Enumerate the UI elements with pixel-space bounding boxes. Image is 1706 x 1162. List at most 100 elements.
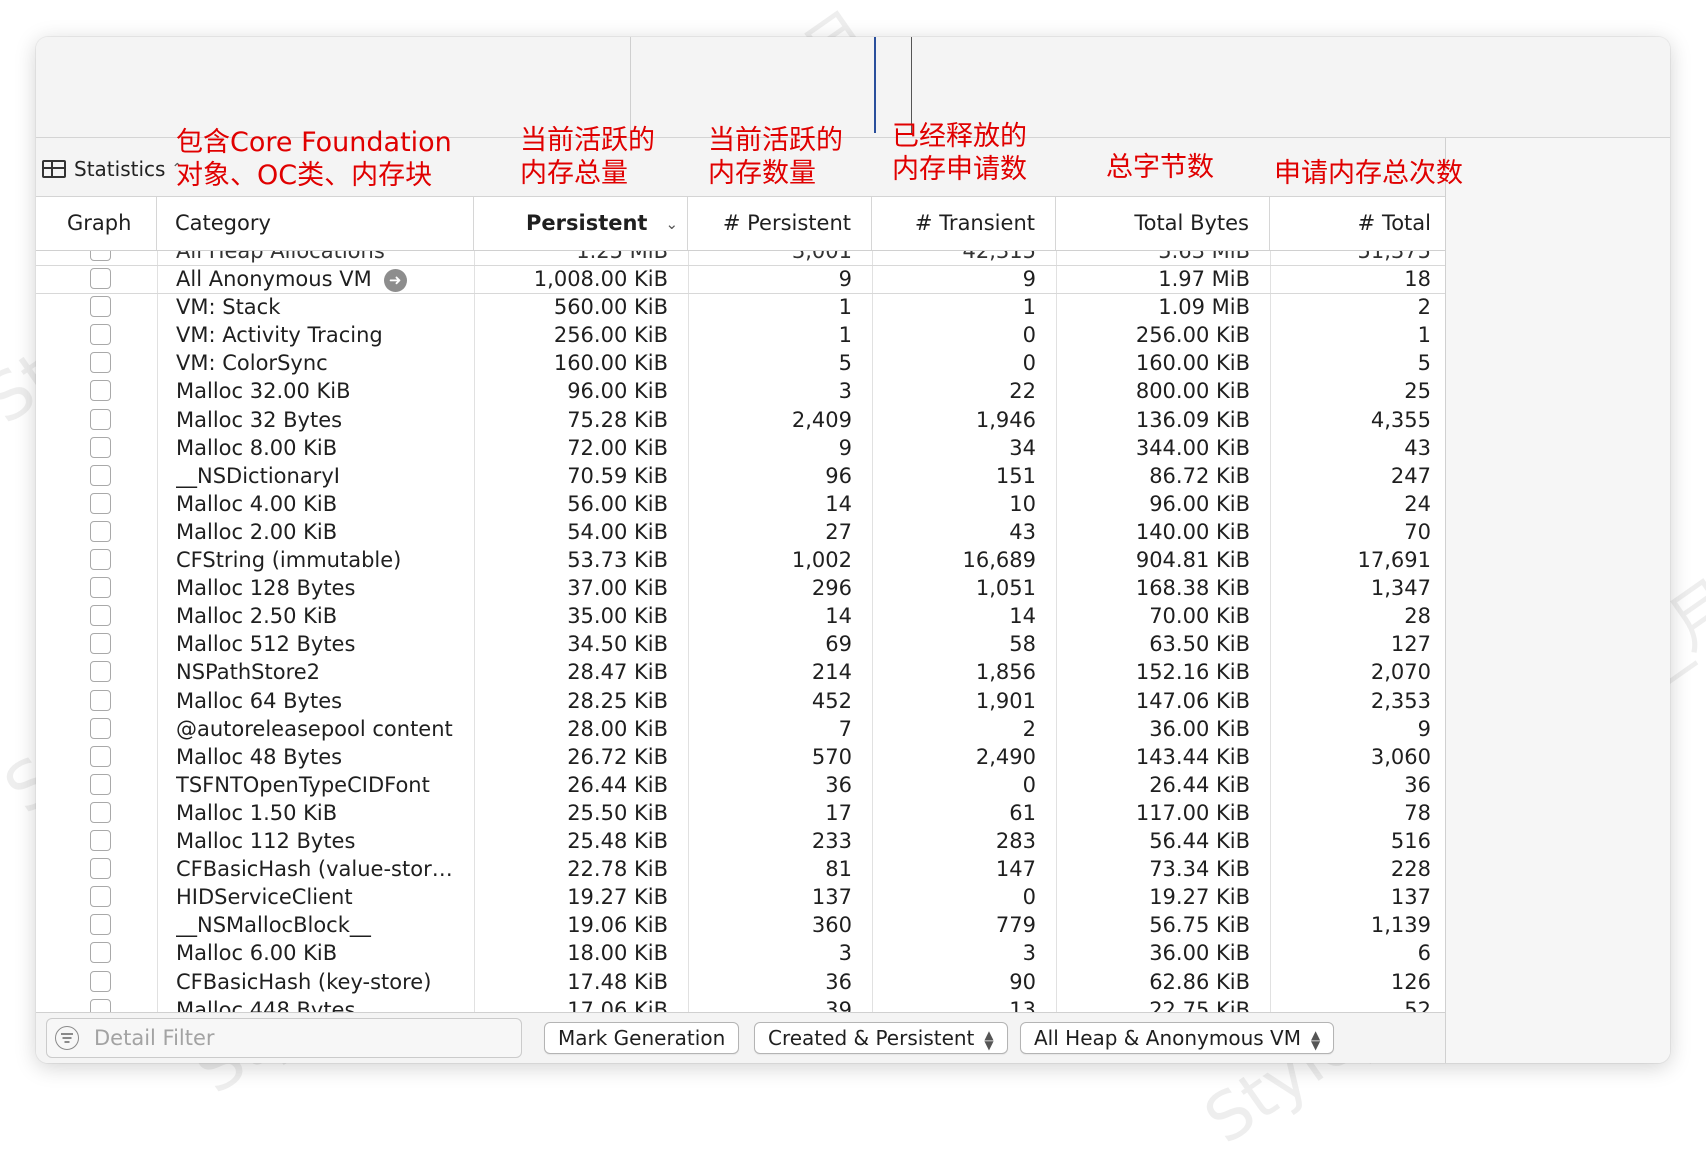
category-cell: VM: Activity Tracing — [176, 321, 474, 349]
table-row[interactable]: VM: ColorSync 160.00 KiB 5 0 160.00 KiB 5 — [36, 349, 1445, 377]
table-row[interactable]: Malloc 1.50 KiB 25.50 KiB 17 61 117.00 KiB 78 — [36, 799, 1445, 827]
category-cell: HIDServiceClient — [176, 883, 474, 911]
table-row[interactable]: Malloc 2.00 KiB 54.00 KiB 27 43 140.00 KiB 70 — [36, 518, 1445, 546]
graph-checkbox[interactable] — [90, 633, 111, 655]
column-header-persistent[interactable]: Persistent ⌄ — [474, 197, 688, 250]
graph-checkbox[interactable] — [90, 324, 111, 346]
graph-checkbox[interactable] — [90, 436, 111, 458]
graph-checkbox[interactable] — [90, 268, 111, 289]
table-row[interactable]: HIDServiceClient 19.27 KiB 137 0 19.27 KiB 13… — [36, 883, 1445, 911]
timeline-track[interactable] — [36, 37, 1670, 138]
table-row[interactable]: Malloc 32.00 KiB 96.00 KiB 3 22 800.00 KiB 25 — [36, 377, 1445, 405]
category-cell: __NSMallocBlock__ — [176, 911, 474, 939]
num-transient-cell: 43 — [1009, 519, 1036, 544]
category-label: @autoreleasepool content — [176, 716, 453, 741]
focus-arrow-icon[interactable]: ➜ — [383, 268, 407, 292]
table-row[interactable]: Malloc 2.50 KiB 35.00 KiB 14 14 70.00 KiB 28 — [36, 602, 1445, 630]
table-row[interactable]: Malloc 48 Bytes 26.72 KiB 570 2,490 143.44 K… — [36, 743, 1445, 771]
graph-checkbox[interactable] — [90, 251, 111, 261]
num-transient-cell: 779 — [995, 913, 1036, 938]
graph-checkbox[interactable] — [90, 914, 111, 936]
num-transient-cell: 147 — [995, 857, 1036, 882]
graph-checkbox[interactable] — [90, 352, 111, 374]
persistent-cell: 72.00 KiB — [567, 435, 668, 460]
column-header-num-persistent[interactable]: # Persistent — [688, 197, 872, 250]
graph-checkbox[interactable] — [90, 661, 111, 683]
graph-checkbox[interactable] — [90, 492, 111, 514]
graph-checkbox[interactable] — [90, 605, 111, 627]
graph-checkbox[interactable] — [90, 773, 111, 795]
graph-checkbox[interactable] — [90, 689, 111, 711]
table-row[interactable]: Malloc 6.00 KiB 18.00 KiB 3 3 36.00 KiB 6 — [36, 939, 1445, 967]
column-header-num-total[interactable]: # Total — [1270, 197, 1445, 250]
column-header-total-bytes[interactable]: Total Bytes — [1056, 197, 1270, 250]
category-label: CFString (immutable) — [176, 548, 402, 572]
table-row[interactable]: CFBasicHash (key-store) 17.48 KiB 36 90 62.8… — [36, 968, 1445, 996]
detail-filter-field[interactable] — [46, 1018, 522, 1058]
table-row[interactable]: All Anonymous VM ➜ 1,008.00 KiB 9 9 1.97 MiB 1… — [36, 265, 1445, 294]
column-header-num-transient[interactable]: # Transient — [872, 197, 1056, 250]
graph-checkbox[interactable] — [90, 942, 111, 964]
table-row[interactable]: @autoreleasepool content 28.00 KiB 7 2 36.00… — [36, 715, 1445, 743]
category-label: VM: Stack — [176, 295, 281, 320]
num-total-cell: 127 — [1390, 632, 1431, 657]
timeline-playhead[interactable] — [874, 37, 876, 133]
total-bytes-cell: 152.16 KiB — [1135, 660, 1250, 685]
total-bytes-cell: 147.06 KiB — [1135, 688, 1250, 713]
num-persistent-cell: 1 — [838, 295, 852, 320]
table-row[interactable]: All Heap Allocations 1.25 MiB 3,001 42,3… — [36, 251, 1445, 266]
category-label: __NSDictionaryI — [176, 463, 340, 488]
allocation-scope-popup[interactable]: All Heap & Anonymous VM ▲ ▼ — [1020, 1022, 1335, 1054]
detail-filter-input[interactable] — [92, 1025, 476, 1051]
annotation-num-transient-text: 已经释放的 内存申请数 — [892, 121, 1027, 185]
graph-checkbox[interactable] — [90, 858, 111, 880]
table-row[interactable]: CFString (immutable) 53.73 KiB 1,002 16,689… — [36, 546, 1445, 574]
graph-checkbox[interactable] — [90, 717, 111, 739]
persistent-cell: 19.06 KiB — [567, 913, 668, 938]
category-cell: Malloc 32 Bytes — [176, 406, 474, 434]
statistics-view-selector[interactable]: Statistics ⌃ — [42, 157, 183, 181]
graph-checkbox[interactable] — [90, 745, 111, 767]
annotation-total-bytes-text: 总字节数 — [1106, 152, 1214, 183]
graph-checkbox[interactable] — [90, 970, 111, 992]
graph-checkbox[interactable] — [90, 520, 111, 542]
table-row[interactable]: Malloc 64 Bytes 28.25 KiB 452 1,901 147.06 K… — [36, 687, 1445, 715]
graph-checkbox[interactable] — [90, 408, 111, 430]
category-cell: Malloc 8.00 KiB — [176, 434, 474, 462]
graph-checkbox[interactable] — [90, 886, 111, 908]
table-row[interactable]: Malloc 112 Bytes 25.48 KiB 233 283 56.44 KiB… — [36, 827, 1445, 855]
graph-checkbox[interactable] — [90, 830, 111, 851]
num-transient-cell: 0 — [1022, 351, 1036, 376]
num-persistent-cell: 214 — [811, 660, 852, 685]
category-label: TSFNTOpenTypeCIDFont — [176, 772, 430, 797]
table-row[interactable]: VM: Stack 560.00 KiB 1 1 1.09 MiB 2 — [36, 293, 1445, 321]
num-persistent-cell: 14 — [825, 491, 852, 516]
table-row[interactable]: Malloc 32 Bytes 75.28 KiB 2,409 1,946 136.09… — [36, 406, 1445, 434]
timeline-inspection-marker[interactable] — [911, 37, 912, 133]
table-row[interactable]: Malloc 512 Bytes 34.50 KiB 69 58 63.50 KiB 12… — [36, 630, 1445, 658]
mark-generation-button[interactable]: Mark Generation — [544, 1022, 740, 1054]
graph-checkbox[interactable] — [90, 296, 111, 318]
graph-checkbox[interactable] — [90, 380, 111, 402]
column-header-graph[interactable]: Graph — [36, 197, 157, 250]
graph-checkbox[interactable] — [90, 464, 111, 486]
column-header-category[interactable]: Category — [157, 197, 474, 250]
allocation-type-popup[interactable]: Created & Persistent ▲ ▼ — [754, 1022, 1008, 1054]
table-row[interactable]: VM: Activity Tracing 256.00 KiB 1 0 256.00 K… — [36, 321, 1445, 349]
graph-checkbox[interactable] — [90, 577, 111, 599]
statistics-table[interactable]: All Heap Allocations 1.25 MiB 3,001 42,3… — [36, 251, 1445, 1048]
category-label: CFBasicHash (value-stor… — [176, 857, 453, 882]
table-row[interactable]: NSPathStore2 28.47 KiB 214 1,856 152.16 KiB 2… — [36, 658, 1445, 686]
graph-checkbox[interactable] — [90, 801, 111, 823]
table-row[interactable]: TSFNTOpenTypeCIDFont 26.44 KiB 36 0 26.44 Ki… — [36, 771, 1445, 799]
table-row[interactable]: __NSMallocBlock__ 19.06 KiB 360 779 56.75 Ki… — [36, 911, 1445, 939]
table-row[interactable]: Malloc 8.00 KiB 72.00 KiB 9 34 344.00 KiB 43 — [36, 434, 1445, 462]
total-bytes-cell: 256.00 KiB — [1135, 323, 1250, 348]
table-row[interactable]: CFBasicHash (value-stor… 22.78 KiB 81 147 73… — [36, 855, 1445, 883]
total-bytes-cell: 168.38 KiB — [1135, 576, 1250, 601]
table-row[interactable]: Malloc 4.00 KiB 56.00 KiB 14 10 96.00 KiB 24 — [36, 490, 1445, 518]
table-row[interactable]: Malloc 128 Bytes 37.00 KiB 296 1,051 168.38 … — [36, 574, 1445, 602]
total-bytes-cell: 56.44 KiB — [1149, 829, 1250, 853]
graph-checkbox[interactable] — [90, 549, 111, 570]
table-row[interactable]: __NSDictionaryI 70.59 KiB 96 151 86.72 KiB 24… — [36, 462, 1445, 490]
